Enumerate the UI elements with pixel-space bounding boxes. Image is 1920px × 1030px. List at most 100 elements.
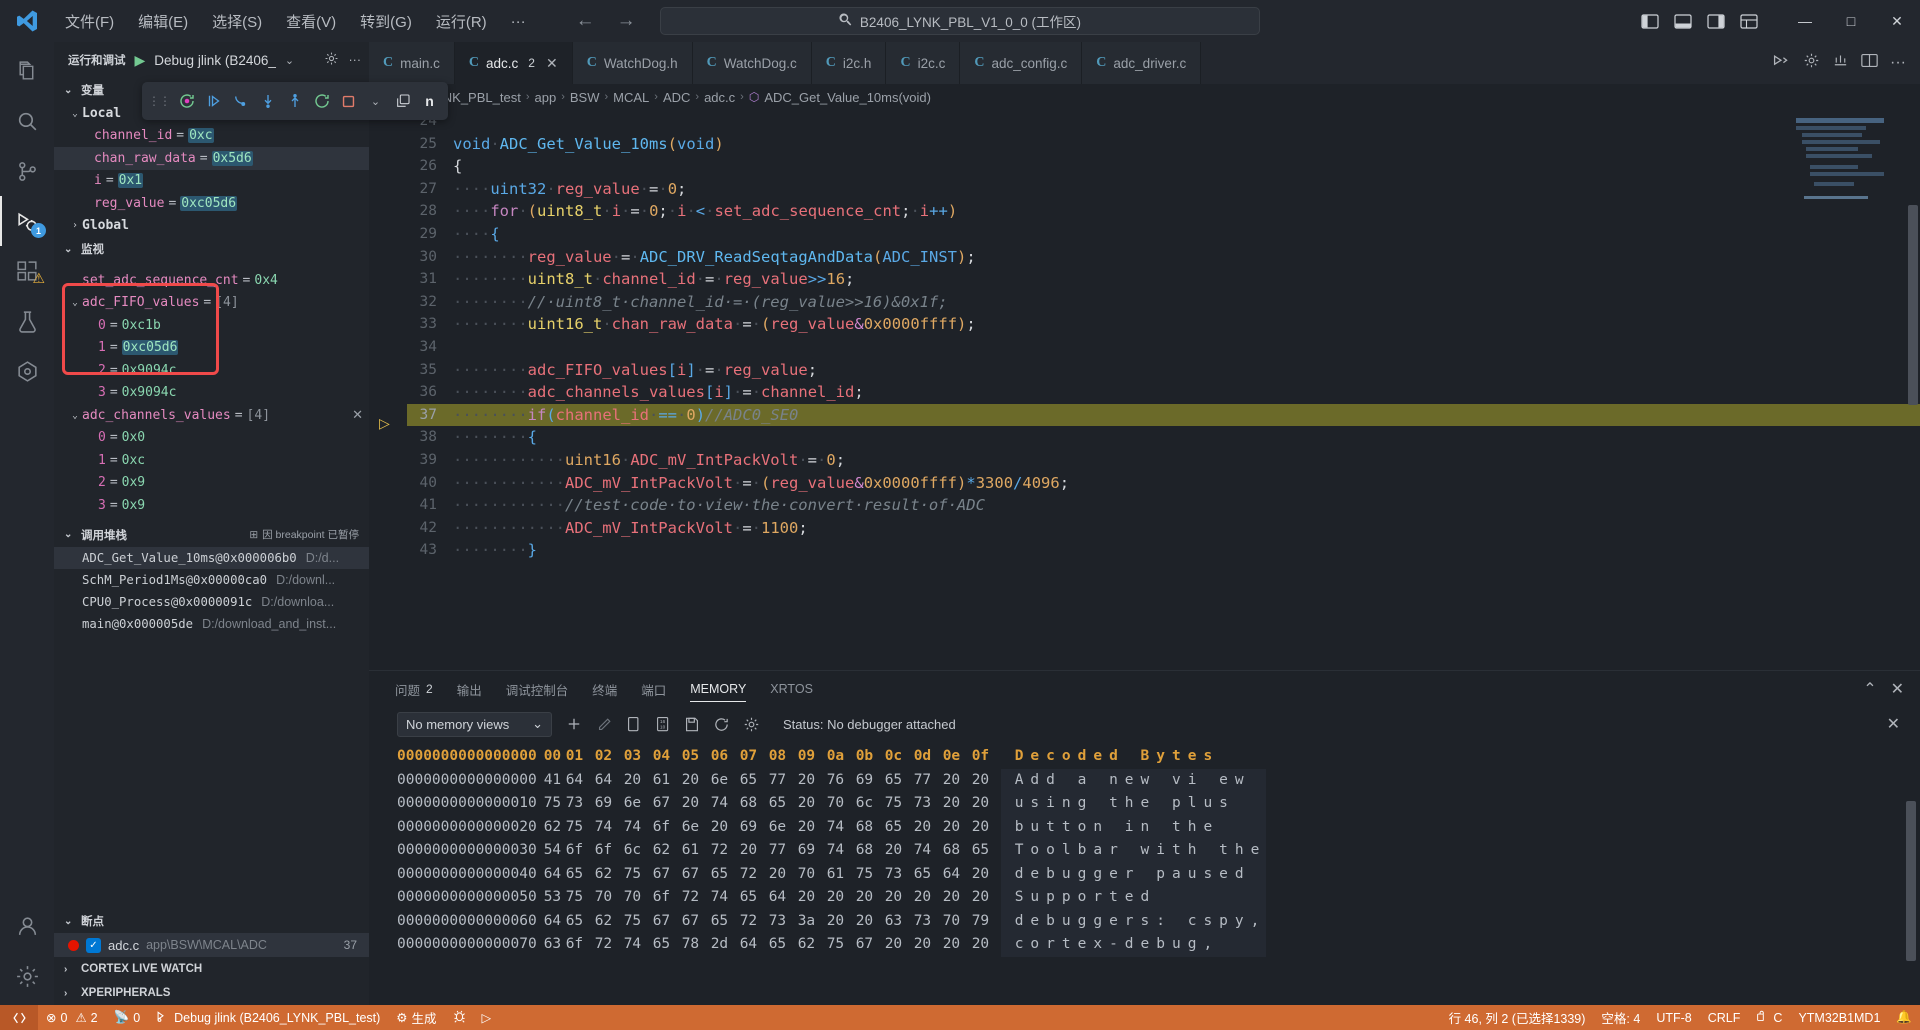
- hex-byte[interactable]: 62: [537, 816, 566, 840]
- menu-file[interactable]: 文件(F): [54, 7, 125, 36]
- editor-tab-main-c[interactable]: C main.c: [369, 42, 455, 84]
- panel-close-icon[interactable]: ✕: [1891, 679, 1904, 699]
- menu-edit[interactable]: 编辑(E): [127, 7, 199, 36]
- maximize-button[interactable]: □: [1828, 0, 1874, 42]
- hex-byte[interactable]: 68: [943, 839, 972, 863]
- hex-byte[interactable]: 20: [885, 839, 914, 863]
- status-debug-bug[interactable]: [445, 1005, 474, 1030]
- hex-byte[interactable]: 20: [885, 933, 914, 957]
- breakpoint-checkbox[interactable]: ✓: [86, 937, 101, 953]
- debug-settings-gear-icon[interactable]: [324, 51, 339, 69]
- hex-byte[interactable]: 75: [624, 910, 653, 934]
- panel-scrollbar-thumb[interactable]: [1906, 801, 1916, 961]
- hex-byte[interactable]: 20: [972, 769, 1001, 793]
- code-line[interactable]: 25 void·ADC_Get_Value_10ms(void): [407, 133, 1920, 156]
- customize-layout-icon[interactable]: [1734, 8, 1764, 34]
- debug-stop-chevron-icon[interactable]: ⌄: [363, 87, 388, 115]
- status-notifications[interactable]: 🔔: [1888, 1005, 1920, 1030]
- hex-byte[interactable]: 73: [566, 792, 595, 816]
- remote-window-icon[interactable]: [0, 1005, 38, 1030]
- hex-byte[interactable]: 20: [943, 886, 972, 910]
- code-line[interactable]: 39 ············uint16·ADC_mV_IntPackVolt·…: [407, 449, 1920, 472]
- edit-memory-icon[interactable]: [596, 716, 613, 733]
- sidebar-more-actions-icon[interactable]: ···: [349, 53, 362, 67]
- hex-byte[interactable]: 62: [653, 839, 682, 863]
- back-arrow-icon[interactable]: ←: [567, 8, 604, 34]
- start-debug-icon[interactable]: ▶: [135, 52, 146, 69]
- status-run[interactable]: ▷: [474, 1005, 500, 1030]
- editor-gutter-controls[interactable]: ▷: [369, 110, 407, 670]
- hex-byte[interactable]: 67: [682, 863, 711, 887]
- hex-byte[interactable]: 67: [653, 863, 682, 887]
- debug-step-out-icon[interactable]: [282, 87, 307, 115]
- editor-tab-adc-c[interactable]: C adc.c 2 ✕: [454, 42, 573, 84]
- editor-settings-gear-icon[interactable]: [1803, 52, 1820, 74]
- breadcrumb-item[interactable]: app: [534, 90, 556, 105]
- hex-byte[interactable]: 64: [740, 933, 769, 957]
- editor-vertical-scrollbar[interactable]: [1906, 110, 1920, 670]
- hex-byte[interactable]: 20: [798, 886, 827, 910]
- hex-byte[interactable]: 6e: [682, 816, 711, 840]
- editor-tab-watchdog-h[interactable]: C WatchDog.h: [572, 42, 693, 84]
- breadcrumb-item[interactable]: adc.c: [704, 90, 735, 105]
- toggle-panel-icon[interactable]: [1668, 8, 1698, 34]
- hex-byte[interactable]: 75: [885, 792, 914, 816]
- hex-byte[interactable]: 6e: [769, 816, 798, 840]
- hex-byte[interactable]: 70: [827, 792, 856, 816]
- watch-child-row[interactable]: 2 = 0x9094c: [54, 359, 369, 382]
- status-cursor-position[interactable]: 行 46, 列 2 (已选择1339): [1441, 1005, 1594, 1030]
- hex-byte[interactable]: 65: [740, 769, 769, 793]
- activity-account-icon[interactable]: [0, 901, 54, 951]
- hex-byte[interactable]: 70: [943, 910, 972, 934]
- activity-explorer-icon[interactable]: [0, 46, 54, 96]
- hex-byte[interactable]: 75: [624, 863, 653, 887]
- hex-byte[interactable]: 67: [653, 792, 682, 816]
- menu-view[interactable]: 查看(V): [275, 7, 347, 36]
- hex-byte[interactable]: 20: [914, 886, 943, 910]
- hex-byte[interactable]: 69: [595, 792, 624, 816]
- debug-disassembly-icon[interactable]: [390, 87, 415, 115]
- watch-child-row[interactable]: 3 = 0x9: [54, 494, 369, 517]
- debug-floating-toolbar[interactable]: ⋮⋮ ⌄ n: [142, 82, 448, 120]
- status-encoding[interactable]: UTF-8: [1648, 1005, 1699, 1030]
- hex-byte[interactable]: 72: [740, 863, 769, 887]
- hex-byte[interactable]: 20: [943, 816, 972, 840]
- remove-watch-expression-icon[interactable]: ✕: [352, 407, 363, 423]
- hex-byte[interactable]: 6f: [566, 933, 595, 957]
- hex-byte[interactable]: 6c: [624, 839, 653, 863]
- hex-row[interactable]: 0000000000000060 64 65 62 75 67 67 65 72 73 3a 20 20…: [397, 909, 1267, 934]
- hex-byte[interactable]: 20: [711, 816, 740, 840]
- menu-more[interactable]: ···: [500, 9, 537, 34]
- hex-byte[interactable]: 20: [943, 933, 972, 957]
- hex-byte[interactable]: 75: [566, 816, 595, 840]
- stack-frame-row[interactable]: main@0x000005de D:/download_and_inst...: [54, 613, 369, 635]
- hex-byte[interactable]: 74: [624, 933, 653, 957]
- section-watch-header[interactable]: ⌄ 监视: [54, 237, 369, 261]
- hex-byte[interactable]: 75: [537, 792, 566, 816]
- activity-embedded-icon[interactable]: [0, 346, 54, 396]
- code-line[interactable]: 35 ········adc_FIFO_values[i]·=·reg_value…: [407, 359, 1920, 382]
- editor-minimap[interactable]: [1796, 110, 1906, 670]
- scrollbar-thumb[interactable]: [1908, 205, 1918, 405]
- hex-byte[interactable]: 65: [885, 769, 914, 793]
- hex-byte[interactable]: 65: [711, 910, 740, 934]
- hex-byte[interactable]: 65: [566, 910, 595, 934]
- hex-byte[interactable]: 20: [856, 910, 885, 934]
- hex-byte[interactable]: 77: [769, 769, 798, 793]
- section-cortex-live-watch-header[interactable]: › CORTEX LIVE WATCH: [54, 957, 369, 981]
- hex-byte[interactable]: 65: [711, 863, 740, 887]
- debug-stop-icon[interactable]: [336, 87, 361, 115]
- hex-byte[interactable]: 74: [827, 839, 856, 863]
- hex-byte[interactable]: 62: [595, 863, 624, 887]
- editor-tab-adc-config-c[interactable]: C adc_config.c: [960, 42, 1083, 84]
- hex-byte[interactable]: 65: [885, 816, 914, 840]
- hex-byte[interactable]: 70: [624, 886, 653, 910]
- panel-tab-debug-console[interactable]: 调试控制台: [494, 671, 581, 707]
- section-callstack-header[interactable]: ⌄ 调用堆栈 ⊞ 因 breakpoint 已暂停: [54, 523, 369, 547]
- breakpoint-row[interactable]: ✓ adc.c app\BSW\MCAL\ADC 37: [54, 933, 369, 957]
- watch-child-row[interactable]: 0 = 0xc1b: [54, 314, 369, 337]
- copy-memory-icon[interactable]: [626, 716, 642, 733]
- build-icon[interactable]: [1832, 52, 1849, 74]
- hex-byte[interactable]: 67: [682, 910, 711, 934]
- code-line[interactable]: 41 ············//test·code·to·view·the·co…: [407, 494, 1920, 517]
